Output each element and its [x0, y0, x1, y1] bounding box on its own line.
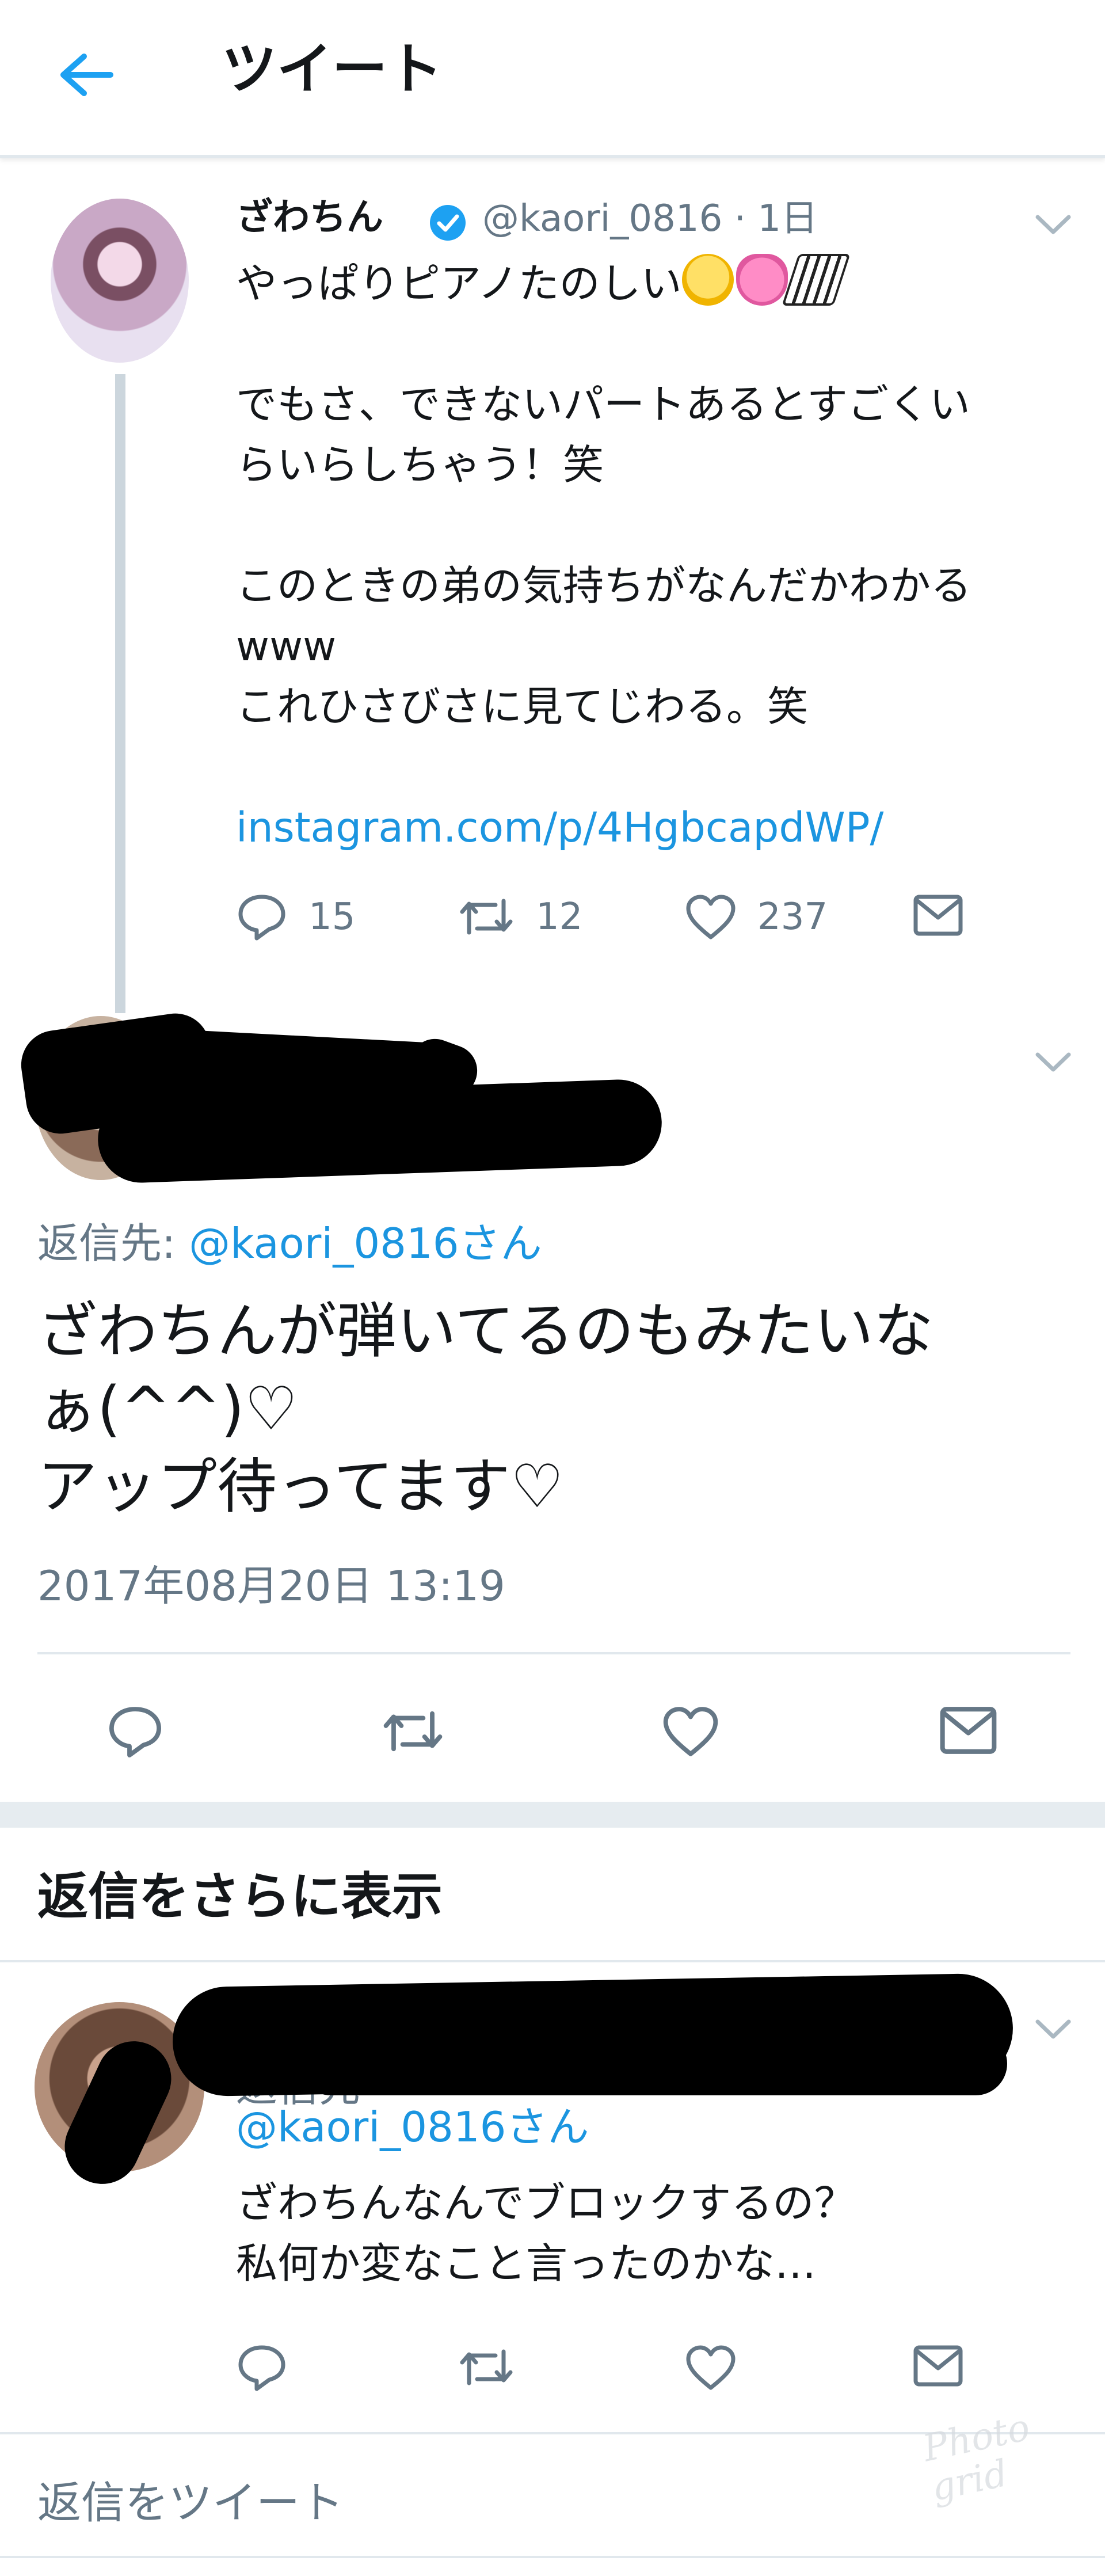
- watermark: Photo grid: [919, 2406, 1034, 2510]
- envelope-icon: [913, 895, 963, 936]
- tweet-age: · 1日: [734, 197, 818, 240]
- reply-to-handle[interactable]: @kaori_0816さん: [236, 2101, 589, 2153]
- chevron-down-icon[interactable]: [1033, 2015, 1073, 2044]
- show-more-replies-button[interactable]: 返信をさらに表示: [37, 1865, 443, 1928]
- direct-message-button[interactable]: [938, 1704, 999, 1757]
- redaction-mark: [299, 2032, 1007, 2095]
- avatar[interactable]: [51, 199, 189, 363]
- reply-button[interactable]: [236, 2343, 288, 2392]
- thread-connector: [115, 374, 125, 1013]
- tweet-line: ざわちんなんでブロックするの？: [236, 2179, 856, 2227]
- reply-button[interactable]: 15: [236, 892, 355, 941]
- verified-badge-icon: [430, 205, 466, 241]
- instagram-link[interactable]: instagram.com/p/4HgbcapdWP/: [236, 804, 883, 851]
- like-count: 237: [757, 895, 828, 938]
- tweet-line: [236, 314, 1076, 374]
- direct-message-button[interactable]: [912, 2343, 964, 2389]
- reply-icon: [109, 1707, 161, 1758]
- section-separator: [0, 1802, 1105, 1828]
- like-button[interactable]: [685, 2343, 737, 2392]
- tweet-line: でもさ、できないパートあるとすごくい: [236, 380, 970, 428]
- chevron-down-icon[interactable]: [1033, 210, 1073, 239]
- chevron-down-icon[interactable]: [1033, 1048, 1073, 1076]
- sparkling-heart-emoji-icon: [736, 254, 788, 306]
- retweet-icon: [383, 1711, 443, 1752]
- reply-to-prefix: 返信先:: [37, 1219, 189, 1268]
- heart-icon: [686, 2345, 736, 2390]
- arrow-left-icon: [60, 54, 113, 96]
- tweet-line: これひさびさに見てじわる。笑: [236, 683, 809, 730]
- retweet-button[interactable]: 12: [458, 892, 582, 941]
- tweet-line: このときの弟の気持ちがなんだかわかる: [236, 562, 972, 610]
- tweet-line: www: [236, 622, 337, 670]
- heart-icon: [663, 1707, 718, 1756]
- tweet-line: らいらしちゃう！笑: [236, 441, 604, 489]
- reply-count: 15: [308, 895, 356, 938]
- tweet-line: [236, 495, 1076, 555]
- heart-icon: [686, 895, 736, 939]
- reply-to-label: 返信先: @kaori_0816さん: [37, 1217, 542, 1269]
- retweet-count: 12: [536, 895, 583, 938]
- tweet-text: やっぱりピアノたのしい でもさ、できないパートあるとすごくい らいらしちゃう！笑…: [236, 253, 1076, 858]
- reply-input[interactable]: 返信をツイート: [37, 2475, 344, 2530]
- page-title: ツイート: [222, 37, 443, 101]
- handle-text: @kaori_0816: [482, 197, 723, 240]
- envelope-icon: [940, 1707, 997, 1754]
- divider: [0, 1960, 1105, 1962]
- grinning-squint-emoji-icon: [681, 254, 734, 306]
- direct-message-button[interactable]: [912, 892, 964, 938]
- reply-icon: [238, 895, 285, 941]
- tweet-line: ぁ(^^)♡: [37, 1373, 298, 1444]
- tweet-author-handle[interactable]: @kaori_0816 · 1日: [482, 196, 818, 242]
- divider: [0, 2556, 1105, 2558]
- retweet-button[interactable]: [458, 2343, 515, 2392]
- tweet-text: ざわちんが弾いてるのもみたいな ぁ(^^)♡ アップ待ってます♡: [37, 1292, 1073, 1525]
- tweet-line: アップ待ってます♡: [37, 1451, 564, 1521]
- tweet-author-name[interactable]: ざわちん: [236, 195, 383, 241]
- retweet-icon: [460, 899, 513, 935]
- reply-button[interactable]: [106, 1704, 164, 1759]
- tweet-timestamp: 2017年08月20日 13:19: [37, 1562, 505, 1610]
- retweet-button[interactable]: [380, 1704, 446, 1759]
- tweet-line: [236, 737, 1076, 797]
- tweet-line: 私何か変なこと言ったのかな…: [236, 2239, 817, 2288]
- tweet-line: やっぱりピアノたのしい: [236, 260, 682, 307]
- like-button[interactable]: [662, 1704, 719, 1759]
- tweet-text: ざわちんなんでブロックするの？ 私何か変なこと言ったのかな…: [236, 2173, 1076, 2294]
- envelope-icon: [913, 2345, 963, 2387]
- back-button[interactable]: [55, 43, 118, 106]
- top-app-bar: ツイート: [0, 0, 1105, 158]
- piano-keys-emoji-icon: [782, 254, 851, 306]
- reply-to-handle[interactable]: @kaori_0816さん: [189, 1219, 542, 1268]
- divider: [37, 1652, 1070, 1654]
- like-button[interactable]: 237: [685, 892, 828, 941]
- retweet-icon: [460, 2349, 513, 2385]
- tweet-line: ざわちんが弾いてるのもみたいな: [37, 1296, 933, 1366]
- reply-icon: [238, 2345, 285, 2391]
